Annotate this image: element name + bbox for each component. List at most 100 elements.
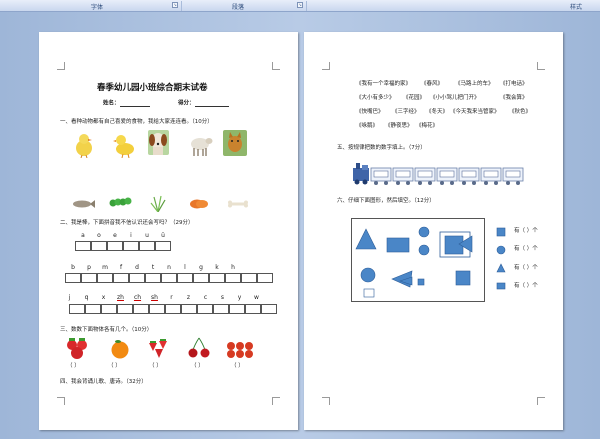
count-blank-triangle[interactable]: 有（ ）个 <box>514 265 538 272</box>
writing-box[interactable] <box>149 304 165 314</box>
writing-box[interactable] <box>257 273 273 283</box>
writing-boxes-row-2[interactable] <box>65 273 273 283</box>
pinyin-letter: i <box>130 232 132 239</box>
ribbon-group-styles[interactable]: 样式 <box>570 2 582 11</box>
writing-box[interactable] <box>123 241 139 251</box>
poem-title: 《今天我来当管家》 <box>450 109 500 115</box>
crop-mark <box>537 62 545 70</box>
name-label: 姓名 <box>103 100 115 107</box>
name-field[interactable]: 姓名： <box>103 101 150 107</box>
writing-box[interactable] <box>229 304 245 314</box>
writing-box[interactable] <box>107 241 123 251</box>
writing-box[interactable] <box>97 273 113 283</box>
poem-title: 《冬天》 <box>426 109 449 115</box>
writing-box[interactable] <box>139 241 155 251</box>
poem-title: 《我有一个幸福的家》 <box>356 81 412 87</box>
writing-box[interactable] <box>261 304 277 314</box>
pinyin-letter: z <box>186 294 191 301</box>
count-answer-1[interactable]: （ ） <box>67 363 80 370</box>
pinyin-row-2: b p m f d t n l g k h <box>65 264 241 271</box>
document-workspace[interactable]: 春季幼儿园小班综合期末试卷 姓名： 得分： 一、看种动物都有自己喜爱的食物，我给… <box>0 12 600 439</box>
strawberries-image <box>149 339 167 358</box>
pinyin-letter: w <box>254 294 259 301</box>
document-page-left[interactable]: 春季幼儿园小班综合期末试卷 姓名： 得分： 一、看种动物都有自己喜爱的食物，我给… <box>39 32 298 430</box>
count-answer-2[interactable]: （ ） <box>108 363 121 370</box>
writing-box[interactable] <box>241 273 257 283</box>
writing-box[interactable] <box>65 273 81 283</box>
score-field[interactable]: 得分： <box>178 101 229 107</box>
writing-box[interactable] <box>155 241 171 251</box>
question-2: 二、我是棒，下面拼音我不信认识还会写吗？（29分） <box>60 220 194 226</box>
document-page-right[interactable]: 《我有一个幸福的家》 《春风》 《马路上的车》 《打电话》 《大小有多少》 《花… <box>304 32 563 430</box>
writing-box[interactable] <box>225 273 241 283</box>
number-train[interactable] <box>352 162 538 186</box>
poem-title: 《我会算》 <box>500 95 528 101</box>
poem-title: 《花园》 <box>403 95 426 101</box>
writing-box[interactable] <box>161 273 177 283</box>
ribbon-group-font[interactable]: 字体 <box>91 2 103 11</box>
writing-box[interactable] <box>101 304 117 314</box>
count-blank-rectangle[interactable]: 有（ ）个 <box>514 283 538 290</box>
strawberries-image <box>67 338 87 359</box>
rectangle-legend-icon <box>496 282 506 290</box>
grass-image <box>150 195 166 212</box>
writing-boxes-row-3[interactable] <box>69 304 277 314</box>
chick-image <box>76 134 92 158</box>
writing-box[interactable] <box>197 304 213 314</box>
writing-box[interactable] <box>91 241 107 251</box>
writing-box[interactable] <box>213 304 229 314</box>
writing-box[interactable] <box>181 304 197 314</box>
poem-title: 《静夜思》 <box>385 123 413 129</box>
circle-legend-icon <box>496 245 506 255</box>
writing-box[interactable] <box>85 304 101 314</box>
pinyin-letter: n <box>167 264 171 271</box>
dialog-launcher-icon[interactable]: ↘ <box>297 2 303 8</box>
ribbon-bar: 字体 ↘ 段落 ↘ 样式 <box>0 0 600 12</box>
pinyin-letter: sh <box>151 294 158 301</box>
question-4: 四、我会背诵儿歌、唐诗。（32分） <box>60 379 147 385</box>
writing-box[interactable] <box>165 304 181 314</box>
pinyin-letter: k <box>215 264 219 271</box>
sheep-image <box>191 138 213 156</box>
writing-box[interactable] <box>133 304 149 314</box>
crop-mark <box>322 397 330 405</box>
count-answer-3[interactable]: （ ） <box>149 363 162 370</box>
duckling-image <box>113 135 134 158</box>
writing-box[interactable] <box>75 241 91 251</box>
writing-box[interactable] <box>193 273 209 283</box>
dialog-launcher-icon[interactable]: ↘ <box>172 2 178 8</box>
writing-box[interactable] <box>145 273 161 283</box>
question-3: 三、数数下面物体各有几个。（10分） <box>60 327 153 333</box>
writing-boxes-row-1[interactable] <box>75 241 171 251</box>
cat-image <box>223 130 247 156</box>
dog-image <box>148 130 169 155</box>
writing-box[interactable] <box>81 273 97 283</box>
writing-box[interactable] <box>113 273 129 283</box>
poem-title: 《小小驾儿把门开》 <box>430 95 480 101</box>
pinyin-letter: x <box>101 294 106 301</box>
pinyin-letter: l <box>184 264 186 271</box>
writing-box[interactable] <box>117 304 133 314</box>
writing-box[interactable] <box>245 304 261 314</box>
ribbon-group-paragraph[interactable]: 段落 <box>232 2 244 11</box>
writing-box[interactable] <box>69 304 85 314</box>
count-blank-circle[interactable]: 有（ ）个 <box>514 246 538 253</box>
ribbon-separator <box>181 1 182 11</box>
writing-box[interactable] <box>177 273 193 283</box>
pinyin-letter: ü <box>161 232 165 239</box>
count-blank-square[interactable]: 有（ ）个 <box>514 228 538 235</box>
writing-box[interactable] <box>129 273 145 283</box>
pinyin-letter: a <box>81 232 85 239</box>
pinyin-letter: s <box>220 294 225 301</box>
poem-title: 《咏鹅》 <box>356 123 379 129</box>
poem-title: 《梅花》 <box>416 123 439 129</box>
count-answer-5[interactable]: （ ） <box>231 363 244 370</box>
pinyin-letter: j <box>68 294 71 301</box>
pinyin-letter: y <box>237 294 242 301</box>
score-label: 得分 <box>178 100 190 107</box>
count-answer-4[interactable]: （ ） <box>191 363 204 370</box>
fish-image <box>73 200 95 208</box>
cherries-image <box>188 337 210 358</box>
writing-box[interactable] <box>209 273 225 283</box>
shapes-figure <box>351 218 485 302</box>
